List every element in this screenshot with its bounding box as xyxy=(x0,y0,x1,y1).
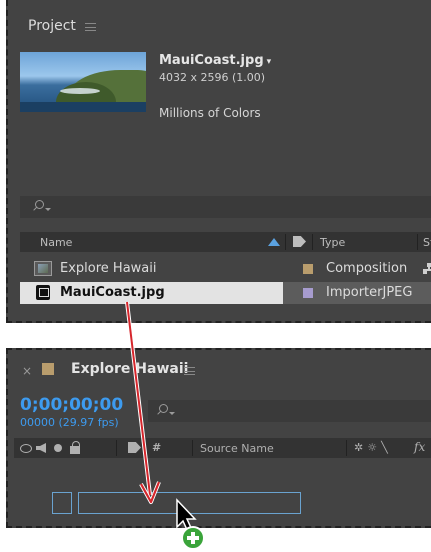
label-tag-icon[interactable] xyxy=(293,236,306,247)
label-color-swatch[interactable] xyxy=(303,288,313,298)
comp-color-swatch xyxy=(42,363,54,375)
panel-menu-icon[interactable] xyxy=(85,23,96,31)
drop-target-label-box xyxy=(52,492,72,514)
solo-icon[interactable] xyxy=(54,444,62,452)
selected-file-dimensions: 4032 x 2596 (1.00) xyxy=(159,71,266,84)
item-type: ImporterJPEG xyxy=(326,285,413,300)
effects-column[interactable]: fx xyxy=(414,440,425,454)
drop-target-layer-bar[interactable] xyxy=(78,492,301,514)
column-name[interactable]: Name xyxy=(40,236,72,249)
composition-icon xyxy=(34,261,52,276)
project-panel: Project MauiCoast.jpg ▾ 4032 x 2596 (1.00… xyxy=(6,0,431,323)
layer-switches-icon[interactable]: ✲☼╲ xyxy=(354,441,392,454)
search-icon[interactable] xyxy=(32,200,51,214)
speaker-icon[interactable] xyxy=(36,443,46,453)
item-type: Composition xyxy=(326,261,408,276)
column-type[interactable]: Type xyxy=(320,236,345,249)
timeline-panel: × Explore Hawaii 0;00;00;00 00000 (29.97… xyxy=(6,348,431,528)
lock-icon[interactable] xyxy=(70,441,80,454)
sort-ascending-icon[interactable] xyxy=(268,238,280,246)
selected-file-colors: Millions of Colors xyxy=(159,106,261,120)
label-tag-icon[interactable] xyxy=(128,442,141,453)
label-color-swatch[interactable] xyxy=(303,264,313,274)
project-item-explore-hawaii[interactable]: Explore Hawaii Composition xyxy=(20,258,431,280)
item-label: MauiCoast.jpg xyxy=(60,285,165,300)
panel-menu-icon[interactable] xyxy=(184,367,195,375)
project-search-input[interactable] xyxy=(20,196,431,218)
thumbnail-preview xyxy=(20,52,146,112)
timeline-tab-title[interactable]: Explore Hawaii xyxy=(71,361,188,377)
column-status[interactable]: St xyxy=(423,236,431,249)
chevron-down-icon[interactable]: ▾ xyxy=(267,57,272,67)
eye-icon[interactable] xyxy=(20,444,32,453)
project-panel-title[interactable]: Project xyxy=(28,18,76,34)
layer-number-icon[interactable]: # xyxy=(152,441,161,454)
project-item-mauicoast[interactable]: MauiCoast.jpg ImporterJPEG xyxy=(20,282,431,304)
item-label: Explore Hawaii xyxy=(60,261,157,276)
project-column-header: Name Type St xyxy=(20,232,431,252)
timeline-search-input[interactable] xyxy=(148,400,431,422)
selected-file-name[interactable]: MauiCoast.jpg ▾ xyxy=(159,53,271,68)
column-source-name[interactable]: Source Name xyxy=(200,442,274,455)
frame-count-display: 00000 (29.97 fps) xyxy=(20,416,119,429)
search-icon[interactable] xyxy=(156,404,175,418)
current-time-display[interactable]: 0;00;00;00 xyxy=(20,395,123,415)
add-icon xyxy=(181,526,205,550)
timeline-column-header: # Source Name ✲☼╲ fx xyxy=(14,438,431,458)
image-file-icon xyxy=(36,285,50,300)
flowchart-icon[interactable] xyxy=(423,263,431,275)
close-icon[interactable]: × xyxy=(22,364,32,378)
